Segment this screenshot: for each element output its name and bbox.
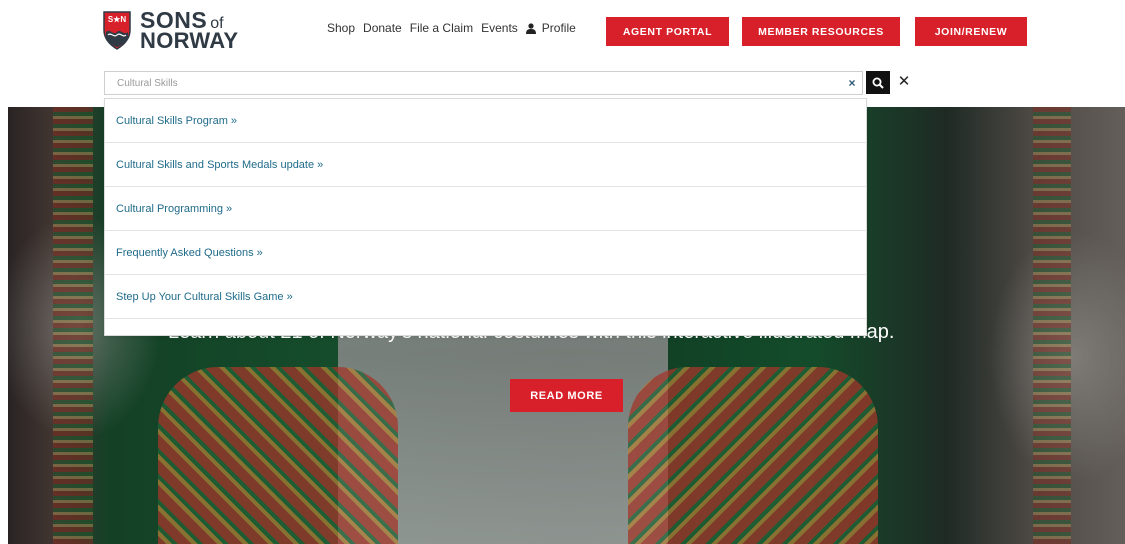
search-input[interactable] [105,72,825,94]
search-suggestion-item[interactable]: Step Up Your Cultural Skills Game » [105,275,866,319]
search-suggestions-dropdown: Cultural Skills Program » Cultural Skill… [104,98,867,336]
join-renew-button[interactable]: JOIN/RENEW [915,17,1027,46]
site-header: S★N SONS of NORWAY Shop Donate File a Cl… [0,0,1125,105]
search-box: × [104,71,863,95]
top-navigation: Shop Donate File a Claim Events Profile [327,21,584,35]
nav-donate-link[interactable]: Donate [363,21,402,35]
logo-word-norway: NORWAY [140,27,239,53]
site-logo[interactable]: S★N SONS of NORWAY [102,7,252,53]
nav-profile-label: Profile [541,21,576,35]
search-submit-button[interactable] [866,71,890,94]
nav-events-link[interactable]: Events [481,21,518,35]
nav-file-claim-link[interactable]: File a Claim [410,21,473,35]
close-search-icon[interactable]: ✕ [897,73,911,91]
member-resources-button[interactable]: MEMBER RESOURCES [742,17,900,46]
search-suggestion-item[interactable]: Lodge S... [105,319,866,335]
agent-portal-button[interactable]: AGENT PORTAL [606,17,729,46]
read-more-button[interactable]: READ MORE [510,379,623,412]
search-suggestion-item[interactable]: Cultural Skills and Sports Medals update… [105,143,866,187]
nav-shop-link[interactable]: Shop [327,21,355,35]
search-suggestion-item[interactable]: Cultural Programming » [105,187,866,231]
user-icon [525,22,536,34]
sons-of-norway-shield-icon: S★N [103,11,131,50]
search-suggestion-item[interactable]: Frequently Asked Questions » [105,231,866,275]
search-icon [872,77,884,89]
search-clear-icon[interactable]: × [846,76,858,90]
logo-badge-text: S★N [108,15,127,24]
nav-profile-link[interactable]: Profile [525,21,576,35]
search-suggestion-item[interactable]: Cultural Skills Program » [105,99,866,143]
